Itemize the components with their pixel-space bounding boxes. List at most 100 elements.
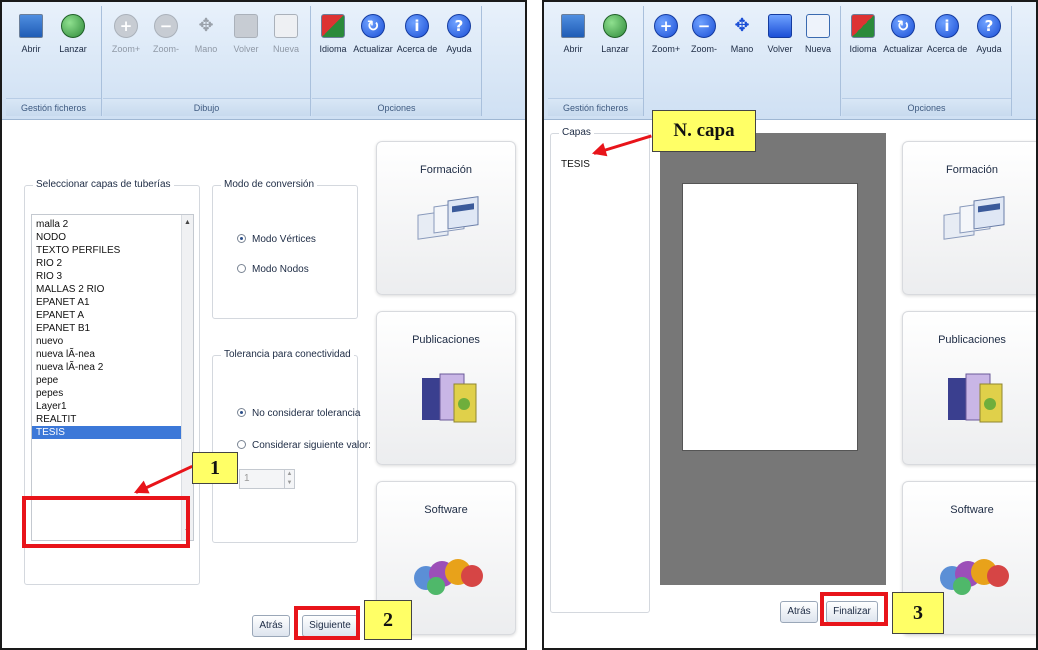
abrir-button[interactable]: Abrir [552, 14, 594, 54]
idioma-button[interactable]: Idioma [312, 14, 354, 54]
layer-item[interactable]: EPANET A [32, 309, 193, 322]
formacion-card[interactable]: Formación [376, 141, 516, 295]
layer-item[interactable]: nueva lÃ-nea 2 [32, 361, 193, 374]
ribbon-toolbar: Abrir Lanzar Gestión ficheros + Zoom+ − … [544, 2, 1036, 120]
ribbon-group-opciones: Idioma ↻ Actualizar i Acerca de ? Ayuda … [312, 6, 482, 116]
ayuda-button[interactable]: ? Ayuda [438, 14, 480, 54]
training-slides-icon [943, 196, 1005, 240]
publicaciones-card[interactable]: Publicaciones [376, 311, 516, 465]
software-spheres-icon [940, 559, 1009, 595]
layer-item[interactable]: REALTIT [32, 413, 193, 426]
modo-vertices-radio[interactable]: Modo Vértices [237, 234, 316, 245]
spinner-arrows-icon[interactable]: ▲ ▼ [284, 470, 294, 488]
atras-label: Atrás [787, 606, 811, 617]
ribbon-group-label-gestion: Gestión ficheros [548, 98, 643, 116]
zoom-in-label: Zoom+ [111, 44, 141, 54]
layer-item[interactable]: Layer1 [32, 400, 193, 413]
acerca-de-label: Acerca de [926, 44, 968, 54]
layers-list: malla 2 NODO TEXTO PERFILES RIO 2 RIO 3 MALLA… [32, 215, 193, 439]
actualizar-button[interactable]: ↻ Actualizar [882, 14, 924, 54]
mano-button[interactable]: ✥ Mano [185, 14, 227, 54]
ribbon-group-label-opciones: Opciones [312, 98, 481, 116]
new-page-icon [806, 14, 830, 38]
acerca-de-button[interactable]: i Acerca de [396, 14, 438, 54]
layer-item[interactable]: pepe [32, 374, 193, 387]
ribbon-group-label-dibujo: Dibujo [103, 98, 310, 116]
lanzar-label: Lanzar [601, 44, 629, 54]
ribbon-toolbar: Abrir Lanzar Gestión ficheros + Zoom+ − … [2, 2, 525, 120]
abrir-label: Abrir [563, 44, 583, 54]
software-spheres-icon [414, 559, 483, 595]
nueva-button[interactable]: Nueva [265, 14, 307, 54]
update-icon: ↻ [891, 14, 915, 38]
actualizar-button[interactable]: ↻ Actualizar [352, 14, 394, 54]
zoom-out-button[interactable]: − Zoom- [145, 14, 187, 54]
layer-item[interactable]: nueva lÃ-nea [32, 348, 193, 361]
capas-title: Capas [559, 127, 594, 138]
layers-listbox[interactable]: malla 2 NODO TEXTO PERFILES RIO 2 RIO 3 MALLA… [31, 214, 194, 541]
drawing-page [682, 183, 858, 451]
formacion-card-title: Formación [420, 164, 472, 176]
help-icon: ? [977, 14, 1001, 38]
open-file-icon [19, 14, 43, 38]
pan-hand-icon: ✥ [198, 15, 214, 35]
layer-item[interactable]: pepes [32, 387, 193, 400]
software-card-title: Software [950, 504, 994, 516]
publicaciones-card[interactable]: Publicaciones [902, 311, 1036, 465]
ribbon-group-dibujo: + Zoom+ − Zoom- ✥ Mano Volver Nueva [645, 6, 841, 116]
tolerance-value-spinner[interactable]: 1 ▲ ▼ [239, 469, 295, 489]
zoom-in-button[interactable]: + Zoom+ [105, 14, 147, 54]
atras-button[interactable]: Atrás [252, 615, 290, 637]
zoom-in-button[interactable]: + Zoom+ [645, 14, 687, 54]
layers-scrollbar[interactable]: ▲ ▼ [181, 215, 193, 540]
lanzar-button[interactable]: Lanzar [594, 14, 636, 54]
layer-item[interactable]: EPANET B1 [32, 322, 193, 335]
nueva-label: Nueva [272, 44, 299, 54]
scroll-up-icon[interactable]: ▲ [182, 217, 193, 229]
drawing-canvas[interactable] [660, 133, 886, 585]
lanzar-button[interactable]: Lanzar [52, 14, 94, 54]
wizard-content: Seleccionar capas de tuberías malla 2 NOD… [2, 121, 525, 648]
custom-tolerance-radio[interactable]: Considerar siguiente valor: [237, 440, 371, 451]
launch-icon [603, 14, 627, 38]
acerca-de-button[interactable]: i Acerca de [926, 14, 968, 54]
volver-button[interactable]: Volver [759, 14, 801, 54]
language-flag-icon [321, 14, 345, 38]
layer-item[interactable]: RIO 2 [32, 257, 193, 270]
radio-unchecked-icon [237, 440, 246, 449]
idioma-button[interactable]: Idioma [842, 14, 884, 54]
layer-item[interactable]: nuevo [32, 335, 193, 348]
capa-item-tesis[interactable]: TESIS [557, 158, 590, 171]
mano-button[interactable]: ✥ Mano [721, 14, 763, 54]
right-screenshot-panel: Abrir Lanzar Gestión ficheros + Zoom+ − … [542, 0, 1038, 650]
layer-item-selected[interactable]: TESIS [32, 426, 193, 439]
launch-icon [61, 14, 85, 38]
abrir-button[interactable]: Abrir [10, 14, 52, 54]
custom-tolerance-label: Considerar siguiente valor: [252, 440, 371, 451]
no-tolerance-radio[interactable]: No considerar tolerancia [237, 408, 360, 419]
layer-item[interactable]: NODO [32, 231, 193, 244]
atras-button[interactable]: Atrás [780, 601, 818, 623]
zoom-in-icon: + [114, 14, 138, 38]
layer-item[interactable]: MALLAS 2 RIO [32, 283, 193, 296]
layer-item[interactable]: EPANET A1 [32, 296, 193, 309]
highlight-siguiente-button [294, 606, 360, 640]
layers-group-title: Seleccionar capas de tuberías [33, 179, 174, 190]
ribbon-group-opciones: Idioma ↻ Actualizar i Acerca de ? Ayuda … [842, 6, 1012, 116]
modo-nodos-radio[interactable]: Modo Nodos [237, 264, 309, 275]
nueva-button[interactable]: Nueva [797, 14, 839, 54]
publications-books-icon [948, 373, 1003, 423]
layer-item[interactable]: RIO 3 [32, 270, 193, 283]
ayuda-button[interactable]: ? Ayuda [968, 14, 1010, 54]
volver-button[interactable]: Volver [225, 14, 267, 54]
layer-item[interactable]: TEXTO PERFILES [32, 244, 193, 257]
info-icon: i [935, 14, 959, 38]
formacion-card-title: Formación [946, 164, 998, 176]
formacion-card[interactable]: Formación [902, 141, 1036, 295]
zoom-out-button[interactable]: − Zoom- [683, 14, 725, 54]
highlight-finalizar-button [820, 592, 888, 626]
ribbon-group-gestion: Abrir Lanzar Gestión ficheros [548, 6, 644, 116]
publicaciones-card-title: Publicaciones [938, 334, 1006, 346]
layer-item[interactable]: malla 2 [32, 218, 193, 231]
training-slides-icon [417, 196, 479, 240]
